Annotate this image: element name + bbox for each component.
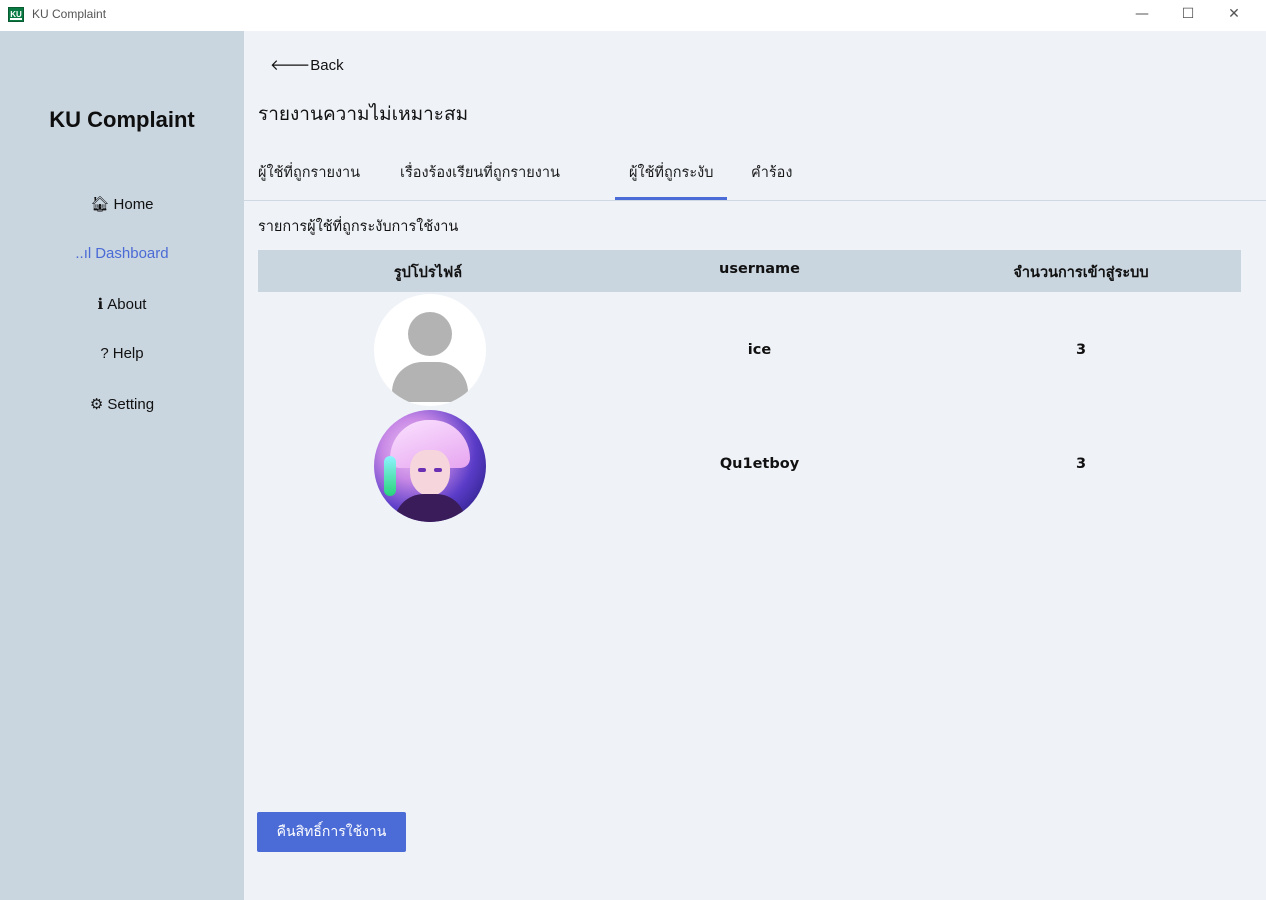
home-icon: 🏠︎ bbox=[90, 196, 110, 213]
back-button[interactable]: 🡐Back bbox=[270, 55, 344, 74]
login-count-cell: 3 bbox=[1075, 342, 1087, 358]
table-row[interactable]: Qu1etboy 3 bbox=[258, 408, 1241, 524]
sidebar-item-label: About bbox=[107, 296, 147, 313]
restore-access-button[interactable]: คืนสิทธิ์การใช้งาน bbox=[257, 812, 406, 852]
window-titlebar: KU KU Complaint — ☐ ✕ bbox=[0, 0, 1266, 31]
minimize-button[interactable]: — bbox=[1120, 3, 1164, 25]
sidebar-item-label: Dashboard bbox=[95, 245, 169, 262]
sidebar-item-home[interactable]: 🏠︎ Home bbox=[0, 195, 244, 213]
main-panel: 🡐Back รายงานความไม่เหมาะสม ผู้ใช้ที่ถูกร… bbox=[244, 31, 1266, 900]
sidebar-item-label: Help bbox=[112, 345, 144, 362]
arrow-left-icon: 🡐 bbox=[270, 57, 311, 74]
table-row[interactable]: ice 3 bbox=[258, 292, 1241, 408]
tab-suspended-users[interactable]: ผู้ใช้ที่ถูกระงับ bbox=[615, 161, 728, 200]
tab-reported-complaints[interactable]: เรื่องร้องเรียนที่ถูกรายงาน bbox=[400, 161, 560, 184]
column-header-login-count: จำนวนการเข้าสู่ระบบ bbox=[1013, 265, 1149, 281]
column-header-avatar: รูปโปรไฟล์ bbox=[393, 265, 463, 281]
column-header-username: username bbox=[719, 261, 800, 277]
info-icon: ℹ bbox=[97, 296, 104, 313]
sidebar-item-label: Home bbox=[113, 196, 154, 213]
avatar bbox=[374, 410, 486, 522]
sidebar-item-label: Setting bbox=[107, 396, 155, 413]
sidebar: KU Complaint 🏠︎ Home ..ıl Dashboard ℹ About… bbox=[0, 31, 244, 900]
app-logo-icon: KU bbox=[8, 7, 24, 22]
tab-reported-users[interactable]: ผู้ใช้ที่ถูกรายงาน bbox=[258, 161, 360, 184]
close-button[interactable]: ✕ bbox=[1212, 3, 1256, 25]
sidebar-item-dashboard[interactable]: ..ıl Dashboard bbox=[0, 245, 244, 262]
signal-bars-icon: ..ıl bbox=[75, 245, 92, 262]
suspended-users-table: รูปโปรไฟล์ username จำนวนการเข้าสู่ระบบ … bbox=[258, 250, 1241, 524]
sidebar-item-help[interactable]: ? Help bbox=[0, 345, 244, 362]
tab-bar: ผู้ใช้ที่ถูกรายงาน เรื่องร้องเรียนที่ถูก… bbox=[244, 151, 1266, 201]
back-label: Back bbox=[310, 57, 344, 74]
login-count-cell: 3 bbox=[1075, 456, 1087, 472]
table-header: รูปโปรไฟล์ username จำนวนการเข้าสู่ระบบ bbox=[258, 250, 1241, 292]
anime-avatar-icon bbox=[374, 410, 486, 522]
sidebar-item-setting[interactable]: ⚙ Setting bbox=[0, 395, 244, 413]
sidebar-item-about[interactable]: ℹ About bbox=[0, 295, 244, 313]
question-icon: ? bbox=[100, 345, 109, 362]
brand-title: KU Complaint bbox=[49, 107, 195, 132]
page-title: รายงานความไม่เหมาะสม bbox=[258, 103, 469, 125]
gear-icon: ⚙ bbox=[89, 396, 104, 413]
default-avatar-icon bbox=[374, 294, 486, 406]
avatar bbox=[374, 294, 486, 406]
window-title: KU Complaint bbox=[32, 7, 107, 21]
maximize-button[interactable]: ☐ bbox=[1166, 3, 1210, 25]
username-cell: Qu1etboy bbox=[719, 456, 800, 472]
section-label: รายการผู้ใช้ที่ถูกระงับการใช้งาน bbox=[258, 219, 459, 235]
tab-requests[interactable]: คำร้อง bbox=[751, 161, 792, 184]
username-cell: ice bbox=[747, 342, 772, 358]
